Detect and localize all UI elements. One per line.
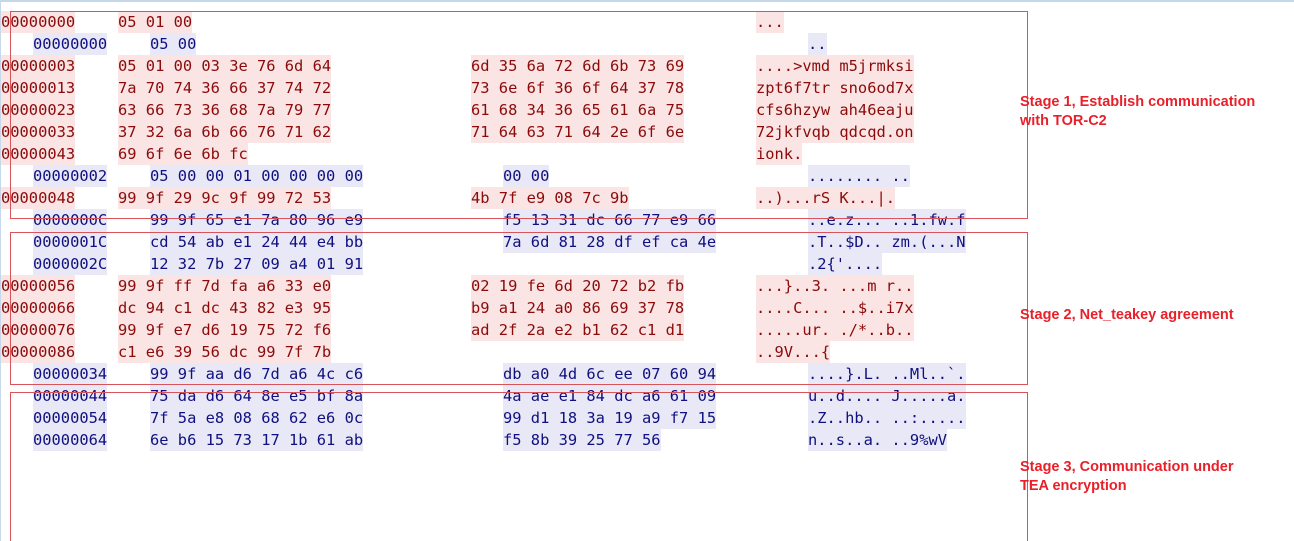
stage-2-box — [10, 232, 1028, 385]
stage-1-box — [10, 11, 1028, 219]
stage-3-label: Stage 3, Communication under TEA encrypt… — [1020, 459, 1234, 494]
stage-2-label: Stage 2, Net_teakey agreement — [1020, 307, 1234, 323]
stage-3-box — [10, 392, 1028, 541]
window-top-border — [0, 0, 1294, 2]
stage-1-label: Stage 1, Establish communication with TO… — [1020, 94, 1256, 129]
